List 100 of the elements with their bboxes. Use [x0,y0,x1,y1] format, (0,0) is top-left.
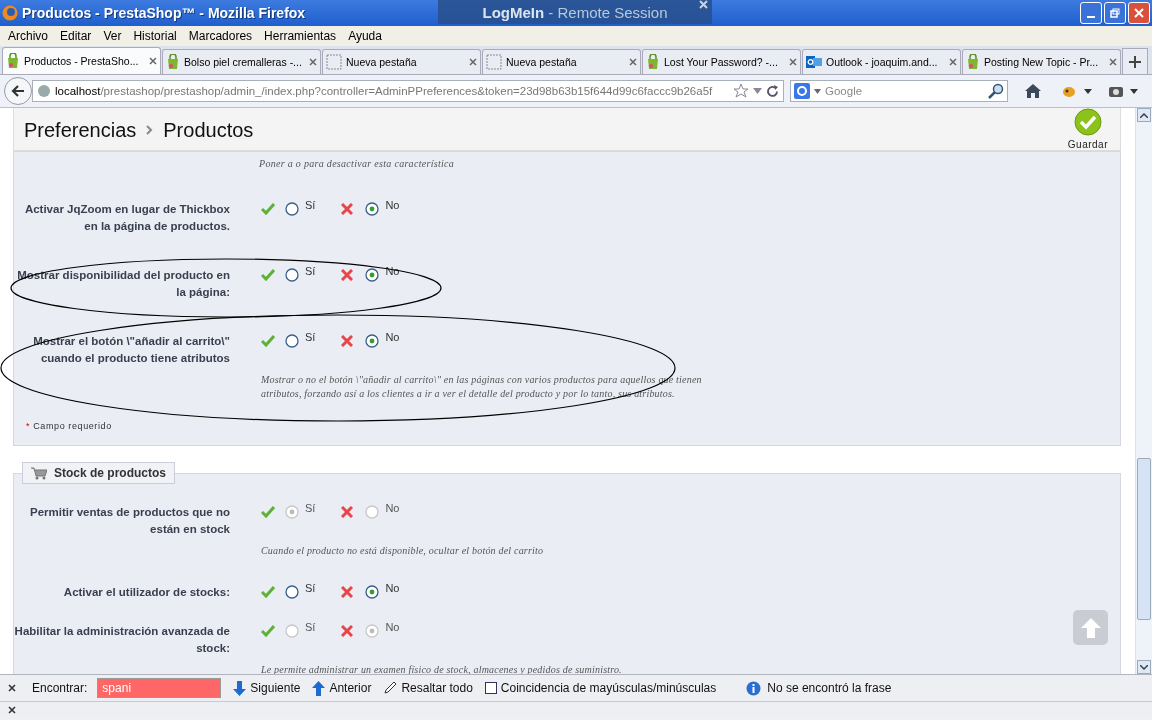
radio-label: Sí [305,331,316,343]
address-bar[interactable]: localhost/prestashop/prestashop/admin_/index.php?controller=AdminPPreferences&token=23d98b63b15f644d99c6faccc9b26a5f [32,80,784,102]
section-title: Stock de productos [54,466,166,480]
close-icon[interactable] [629,58,637,66]
minimize-icon [1087,16,1095,18]
info-icon [746,680,762,696]
url-host: localhost [55,85,101,97]
star-icon[interactable] [733,83,749,99]
tab-title: Posting New Topic - Pr... [984,56,1100,68]
radio-button[interactable] [285,268,299,282]
camera-icon[interactable] [1108,84,1124,98]
tab-title: Lost Your Password? -... [664,56,779,68]
radio-label: No [385,621,400,633]
highlight-all-button[interactable]: Resaltar todo [383,681,473,695]
setting-label: Permitir ventas de productos que no están en stock [29,505,230,537]
tab-title: Productos - PrestaSho... [24,55,140,67]
minimize-button[interactable] [1080,2,1102,24]
browser-tab[interactable]: Lost Your Password? -... [642,49,801,74]
search-placeholder: Google [825,85,864,97]
blank-page-icon [326,54,342,70]
setting-label: Habilitar la administración avanzada de stock: [14,624,230,656]
arrow-down-icon [233,680,247,696]
shopping-bag-icon [966,54,980,70]
checkbox-input[interactable] [484,682,497,694]
menu-item[interactable]: Historial [127,29,183,43]
radio-button[interactable] [365,585,380,599]
search-icon[interactable] [988,83,1004,99]
window-title: Productos - PrestaShop™ - Mozilla Firefox [22,5,306,21]
close-icon[interactable] [8,706,16,714]
check-icon [261,625,275,637]
close-button[interactable] [1128,2,1150,24]
restore-icon [1110,8,1120,18]
check-icon [261,586,275,598]
tab-title: Nueva pestaña [506,56,578,68]
next-button[interactable]: Siguiente [233,680,301,696]
cross-icon [341,335,354,347]
tab-title: Outlook - joaquim.and... [826,56,939,68]
radio-label: No [385,502,400,514]
browser-tab[interactable]: Bolso piel cremalleras -... [162,49,321,74]
radio-label: No [385,582,400,594]
setting-label: Activar el utilizador de stocks: [62,585,230,600]
home-icon[interactable] [1024,83,1042,99]
dropdown-arrow-icon[interactable] [1084,88,1092,94]
radio-button[interactable] [285,334,299,348]
url-path: /prestashop/prestashop/admin_/index.php?controller=AdminPPreferences&token=23d98b63b15f644d99c6faccc9b26a5f [100,85,714,97]
required-note: Campo requerido [33,421,112,431]
mail-icon [806,54,822,70]
new-tab-button[interactable] [1122,48,1148,74]
close-icon[interactable] [1109,58,1117,66]
save-button[interactable]: Guardar [1067,108,1108,150]
radio-button[interactable] [365,268,380,282]
find-label: Encontrar: [32,681,88,695]
help-text: Cuando el producto no está disponible, ocultar el botón del carrito [261,544,545,558]
browser-tab[interactable]: Nueva pestaña [322,49,481,74]
radio-label: Sí [305,621,316,633]
close-icon[interactable] [949,58,957,66]
radio-button[interactable] [365,202,380,216]
menu-item[interactable]: Herramientas [258,29,343,43]
cross-icon [341,203,354,215]
cross-icon [341,506,354,518]
check-icon [261,203,275,215]
browser-tab[interactable]: Outlook - joaquim.and... [802,49,961,74]
menu-item[interactable]: Marcadores [182,29,259,43]
menu-item[interactable]: Ayuda [342,29,388,43]
close-icon[interactable] [149,57,157,65]
globe-icon [37,84,51,98]
help-text: Poner a o para desactivar esta característica [259,158,456,169]
menu-item[interactable]: Ver [97,29,128,43]
menu-item[interactable]: Archivo [2,29,54,43]
dropdown-arrow-icon[interactable] [814,88,821,94]
radio-label: Sí [305,502,316,514]
close-icon[interactable] [469,58,477,66]
scrollbar[interactable] [1135,108,1152,674]
reload-icon[interactable] [766,84,779,98]
close-icon[interactable] [309,58,317,66]
close-icon[interactable] [8,684,16,692]
radio-label: Sí [305,582,316,594]
radio-button[interactable] [365,334,380,348]
checkbox-label[interactable]: Coincidencia de mayúsculas/minúsculas [500,681,717,695]
breadcrumb-item[interactable]: Preferencias [24,118,137,142]
check-icon [261,506,275,518]
scrollbar-thumb[interactable] [1137,458,1151,620]
browser-tab[interactable]: Nueva pestaña [482,49,641,74]
cross-icon [341,586,354,598]
radio-label: Sí [305,199,316,211]
plus-icon [1129,55,1141,68]
restore-button[interactable] [1104,2,1126,24]
menu-item[interactable]: Editar [54,29,98,43]
cross-icon [341,625,354,637]
dropdown-arrow-icon[interactable] [1130,88,1138,94]
radio-button[interactable] [285,202,299,216]
browser-tab[interactable]: Productos - PrestaSho... [2,47,161,74]
google-logo-icon [794,83,810,99]
search-field[interactable]: Google [790,80,1008,102]
back-button[interactable] [4,77,32,105]
previous-button[interactable]: Anterior [312,680,372,696]
radio-button[interactable] [285,585,299,599]
close-icon[interactable] [789,58,797,66]
browser-tab[interactable]: Posting New Topic - Pr... [962,49,1121,74]
check-icon [261,269,275,281]
